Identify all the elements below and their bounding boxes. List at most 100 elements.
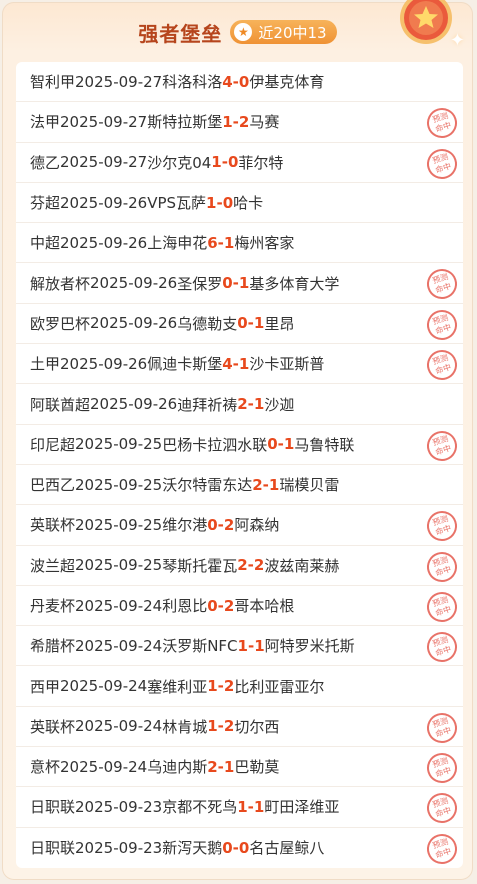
match-date: 2025-09-25 <box>75 475 163 494</box>
match-date: 2025-09-26 <box>90 274 178 293</box>
home-score: 2 <box>237 556 248 575</box>
away-team: 菲尔特 <box>238 153 284 172</box>
match-date: 2025-09-26 <box>90 395 178 414</box>
match-row[interactable]: 中超 2025-09-26 上海申花 6 - 1 梅州客家 <box>16 223 463 264</box>
prediction-hit-stamp: 预测 命中 <box>423 587 461 626</box>
match-row[interactable]: 巴西乙 2025-09-25 沃尔特雷东达 2 - 1 瑞模贝雷 <box>16 465 463 506</box>
match-date: 2025-09-26 <box>90 314 178 333</box>
away-score: 1 <box>238 354 250 373</box>
home-score: 4 <box>222 354 233 373</box>
match-row[interactable]: 丹麦杯 2025-09-24 利恩比 0 - 2 哥本哈根 预测 命中 <box>16 586 463 627</box>
hit-rate-text: 近20中13 <box>258 23 327 42</box>
match-date: 2025-09-25 <box>75 435 163 454</box>
away-score: 1 <box>268 475 280 494</box>
away-score: 2 <box>253 556 265 575</box>
away-team: 基多体育大学 <box>249 274 340 293</box>
match-date: 2025-09-24 <box>60 757 148 776</box>
match-row[interactable]: 阿联酋超 2025-09-26 迪拜祈祷 2 - 1 沙迦 <box>16 384 463 425</box>
home-score: 2 <box>237 395 248 414</box>
prediction-hit-stamp: 预测 命中 <box>423 749 461 787</box>
league-name: 日职联 <box>30 798 76 817</box>
match-date: 2025-09-25 <box>75 515 163 534</box>
match-row[interactable]: 英联杯 2025-09-25 维尔港 0 - 2 阿森纳 预测 命中 <box>16 505 463 546</box>
league-name: 希腊杯 <box>30 637 76 656</box>
prediction-hit-stamp: 预测 命中 <box>423 265 461 304</box>
match-date: 2025-09-25 <box>75 556 163 575</box>
match-list: 智利甲 2025-09-27 科洛科洛 4 - 0 伊基克体育 法甲 2025-09-… <box>16 62 463 868</box>
match-row[interactable]: 德乙 2025-09-27 沙尔克04 1 - 0 菲尔特 预测 命中 <box>16 143 463 183</box>
prediction-hit-stamp: 预测 命中 <box>423 829 461 868</box>
home-team: VPS瓦萨 <box>147 194 207 213</box>
home-team: 上海申花 <box>147 234 208 253</box>
league-name: 意杯 <box>30 758 61 777</box>
away-team: 巴勒莫 <box>234 758 280 777</box>
away-team: 马鲁特联 <box>294 435 355 454</box>
home-score: 1 <box>206 193 217 212</box>
match-date: 2025-09-24 <box>75 717 163 736</box>
match-date: 2025-09-26 <box>60 233 148 252</box>
match-date: 2025-09-23 <box>75 838 163 857</box>
match-date: 2025-09-24 <box>60 677 148 696</box>
match-row[interactable]: 西甲 2025-09-24 塞维利亚 1 - 2 比利亚雷亚尔 <box>16 666 463 707</box>
away-score: 1 <box>253 797 265 816</box>
league-name: 解放者杯 <box>30 274 91 293</box>
home-team: 乌迪内斯 <box>147 758 208 777</box>
home-score: 4 <box>222 72 233 91</box>
hit-rate-badge: ★ 近20中13 <box>230 20 337 44</box>
home-score: 1 <box>237 797 248 816</box>
home-team: 科洛科洛 <box>162 73 223 92</box>
league-name: 欧罗巴杯 <box>30 314 91 333</box>
home-score: 1 <box>207 717 218 736</box>
prediction-hit-stamp: 预测 命中 <box>423 547 461 586</box>
match-date: 2025-09-27 <box>60 153 148 172</box>
home-team: 林肯城 <box>162 717 208 736</box>
match-row[interactable]: 英联杯 2025-09-24 林肯城 1 - 2 切尔西 预测 命中 <box>16 707 463 748</box>
home-team: 沃罗斯NFC <box>162 637 238 656</box>
prediction-hit-stamp: 预测 命中 <box>423 507 461 546</box>
away-score: 1 <box>223 233 235 252</box>
home-team: 巴杨卡拉泗水联 <box>162 435 268 454</box>
match-row[interactable]: 芬超 2025-09-26 VPS瓦萨 1 - 0 哈卡 <box>16 183 463 224</box>
league-name: 印尼超 <box>30 435 76 454</box>
match-row[interactable]: 日职联 2025-09-23 京都不死鸟 1 - 1 町田泽维亚 预测 命中 <box>16 787 463 828</box>
home-score: 1 <box>207 677 218 696</box>
away-score: 0 <box>227 153 239 172</box>
match-row[interactable]: 法甲 2025-09-27 斯特拉斯堡 1 - 2 马赛 预测 命中 <box>16 102 463 143</box>
away-score: 2 <box>223 717 235 736</box>
home-score: 0 <box>222 274 233 293</box>
match-row[interactable]: 波兰超 2025-09-25 琴斯托霍瓦 2 - 2 波兹南莱赫 预测 命中 <box>16 546 463 586</box>
home-score: 0 <box>207 596 218 615</box>
match-row[interactable]: 解放者杯 2025-09-26 圣保罗 0 - 1 基多体育大学 预测 命中 <box>16 263 463 304</box>
home-team: 乌德勒支 <box>177 314 238 333</box>
league-name: 英联杯 <box>30 516 76 535</box>
league-name: 阿联酋超 <box>30 395 91 414</box>
home-team: 利恩比 <box>162 597 208 615</box>
away-team: 波兹南莱赫 <box>264 556 340 575</box>
league-name: 中超 <box>30 234 61 253</box>
home-team: 塞维利亚 <box>147 677 208 696</box>
match-row[interactable]: 日职联 2025-09-23 新泻天鹅 0 - 0 名古屋鲸八 预测 命中 <box>16 828 463 868</box>
home-score: 1 <box>211 153 222 172</box>
away-team: 哈卡 <box>233 194 264 213</box>
home-score: 0 <box>207 515 218 534</box>
league-name: 德乙 <box>30 153 61 172</box>
away-score: 1 <box>253 395 265 414</box>
away-score: 0 <box>238 72 250 91</box>
match-row[interactable]: 意杯 2025-09-24 乌迪内斯 2 - 1 巴勒莫 预测 命中 <box>16 747 463 788</box>
home-score: 0 <box>237 314 248 333</box>
home-team: 沃尔特雷东达 <box>162 476 253 495</box>
home-score: 2 <box>207 757 218 776</box>
away-team: 哥本哈根 <box>234 597 295 615</box>
match-row[interactable]: 土甲 2025-09-26 佩迪卡斯堡 4 - 1 沙卡亚斯普 预测 命中 <box>16 344 463 385</box>
home-team: 佩迪卡斯堡 <box>147 355 223 374</box>
away-team: 沙迦 <box>264 395 295 414</box>
match-date: 2025-09-26 <box>60 193 148 212</box>
away-score: 1 <box>254 636 265 655</box>
away-score: 1 <box>238 274 250 293</box>
match-row[interactable]: 希腊杯 2025-09-24 沃罗斯NFC 1 - 1 阿特罗米托斯 预测 命中 <box>16 626 463 667</box>
prediction-hit-stamp: 预测 命中 <box>423 305 461 344</box>
match-row[interactable]: 印尼超 2025-09-25 巴杨卡拉泗水联 0 - 1 马鲁特联 预测 命中 <box>16 425 463 465</box>
home-score: 6 <box>207 233 218 252</box>
match-row[interactable]: 智利甲 2025-09-27 科洛科洛 4 - 0 伊基克体育 <box>16 62 463 103</box>
match-row[interactable]: 欧罗巴杯 2025-09-26 乌德勒支 0 - 1 里昂 预测 命中 <box>16 304 463 345</box>
